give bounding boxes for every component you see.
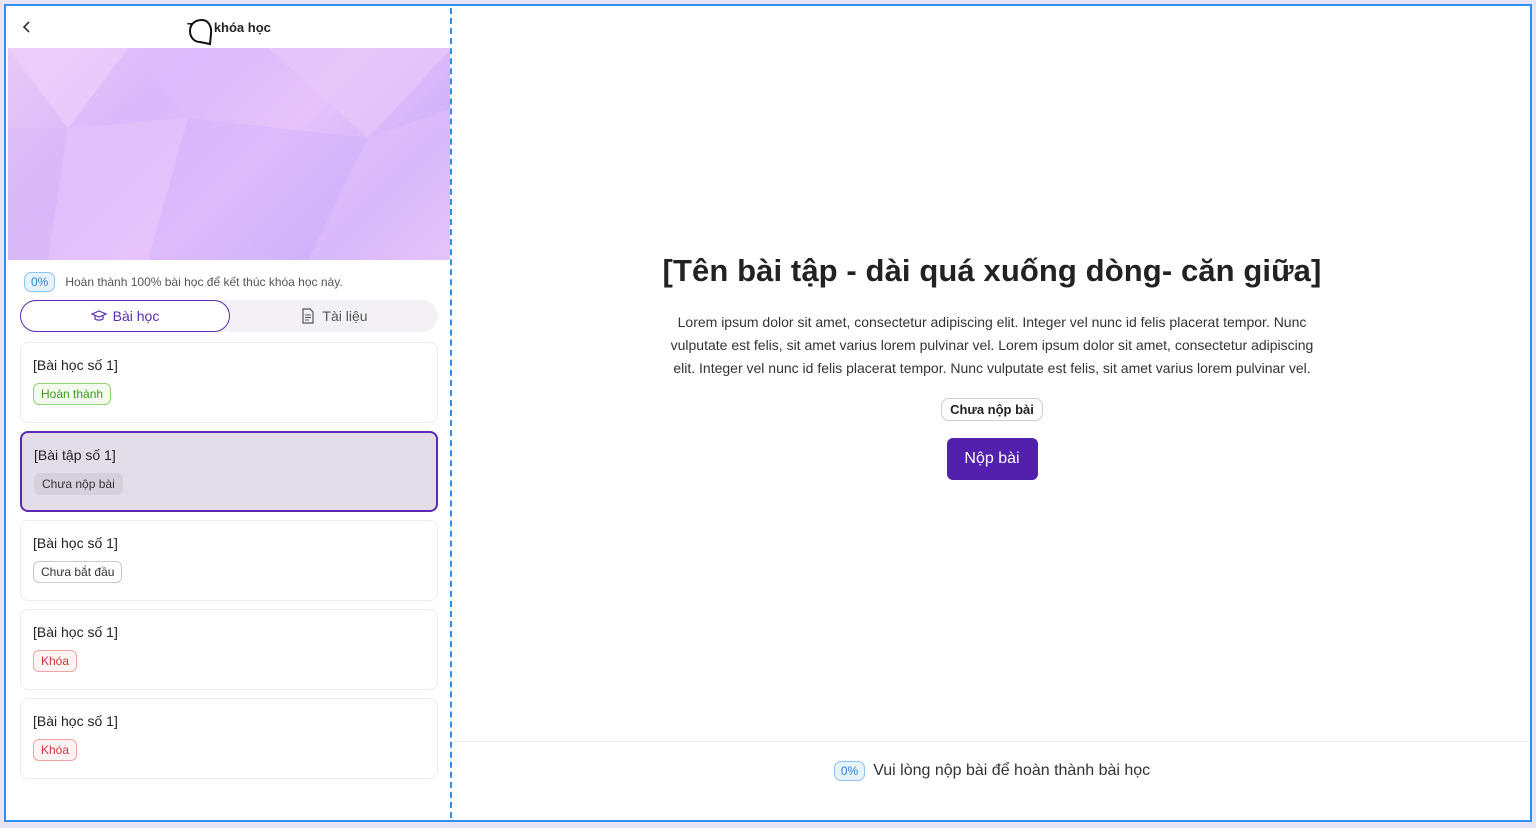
footer-percent-badge: 0% [833,761,866,781]
lesson-item[interactable]: [Bài học số 1] Chưa bắt đầu [20,520,438,601]
mouse-cursor-icon [188,18,213,46]
banner-pattern [8,48,450,260]
tab-lessons-label: Bài học [112,308,160,324]
exercise-title: [Tên bài tập - dài quá xuống dòng- căn g… [662,253,1322,288]
submission-status-badge: Chưa nộp bài [941,398,1043,421]
exercise-description: Lorem ipsum dolor sit amet, consectetur … [670,314,1314,376]
progress-hint: Hoàn thành 100% bài học để kết thúc khóa… [65,274,343,289]
lesson-item[interactable]: [Bài học số 1] Hoàn thành [20,342,438,423]
footer-hint: Vui lòng nộp bài để hoàn thành bài học [873,762,1151,779]
progress-percent-badge: 0% [24,271,56,292]
lesson-title: [Bài tập số 1] [34,447,116,463]
status-badge: Chưa bắt đầu [33,561,123,583]
app-window: Tên khóa học 0% Hoàn thành 100% bài học … [4,4,1532,822]
sidebar-header: Tên khóa học [8,8,450,48]
lesson-item[interactable]: [Bài học số 1] Khóa [20,698,438,779]
course-banner [8,48,450,260]
lesson-list: [Bài học số 1] Hoàn thành [Bài tập số 1]… [8,332,450,779]
tab-lessons[interactable]: Bài học [20,300,230,332]
lesson-title: [Bài học số 1] [33,357,118,373]
status-badge: Khóa [33,739,78,761]
sidebar-tabs: Bài học Tài liệu [20,300,438,332]
exercise-content: [Tên bài tập - dài quá xuống dòng- căn g… [454,253,1530,480]
submit-button[interactable]: Nộp bài [946,438,1038,480]
status-badge: Chưa nộp bài [34,473,123,495]
status-badge: Khóa [33,650,78,672]
lesson-item[interactable]: [Bài học số 1] Khóa [20,609,438,690]
course-sidebar: Tên khóa học 0% Hoàn thành 100% bài học … [8,8,452,818]
tab-documents-label: Tài liệu [322,308,368,324]
status-badge: Hoàn thành [33,383,112,405]
exercise-panel: [Tên bài tập - dài quá xuống dòng- căn g… [454,8,1530,818]
lesson-item-active[interactable]: [Bài tập số 1] Chưa nộp bài [20,431,438,512]
tab-documents[interactable]: Tài liệu [230,300,438,332]
lesson-title: [Bài học số 1] [33,713,118,729]
exercise-footer: 0% Vui lòng nộp bài để hoàn thành bài họ… [454,741,1530,818]
document-icon [302,308,315,324]
lesson-title: [Bài học số 1] [33,535,118,551]
course-title: Tên khóa học [187,20,271,35]
lesson-title: [Bài học số 1] [33,624,118,640]
graduation-cap-icon [90,310,107,321]
course-progress: 0% Hoàn thành 100% bài học để kết thúc k… [8,260,450,294]
